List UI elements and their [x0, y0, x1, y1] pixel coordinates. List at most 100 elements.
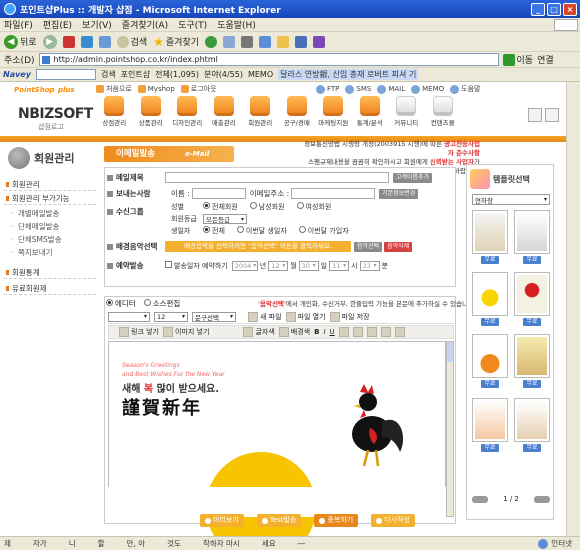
home-icon[interactable]	[98, 35, 111, 48]
sms-link[interactable]: SMS	[345, 84, 371, 94]
navey-category[interactable]: 분야(4/55)	[204, 69, 243, 80]
sidebar-item-group-sms[interactable]: 단체SMS발송	[4, 234, 96, 246]
insert-link-button[interactable]: 링크 넣기	[119, 327, 159, 337]
reserve-minute-select[interactable]: 23	[359, 260, 380, 271]
sidebar-item-member-stats[interactable]: 회원통계	[4, 266, 96, 279]
nav-store[interactable]: 상점관리	[96, 96, 133, 134]
edit-icon[interactable]	[259, 35, 272, 48]
template-thumb-6[interactable]	[514, 334, 550, 378]
preview-button[interactable]: 미리보기	[200, 514, 244, 527]
template-thumb-3[interactable]	[472, 272, 508, 316]
menu-help[interactable]: 도움말(H)	[217, 18, 256, 31]
bg-color-button[interactable]: 배경색	[278, 327, 310, 337]
stop-icon[interactable]	[62, 35, 75, 48]
source-mode-radio[interactable]: 소스편집	[143, 298, 180, 309]
insert-image-button[interactable]: 이미지 넣기	[163, 327, 209, 337]
template-thumb-8[interactable]	[514, 398, 550, 442]
logout-link[interactable]: 로그아웃	[180, 84, 217, 94]
template-thumb-2[interactable]	[514, 210, 550, 254]
sidebar-item-paid-members[interactable]: 유료회원제	[4, 282, 96, 295]
navey-pointshop[interactable]: 포인트샵	[121, 69, 150, 80]
sender-email-input[interactable]	[291, 188, 376, 199]
duplicate-button[interactable]: 중복하기	[314, 514, 359, 527]
messenger-icon[interactable]	[295, 35, 308, 48]
navey-logo[interactable]: Navey	[3, 70, 31, 79]
history-icon[interactable]	[205, 35, 218, 48]
myshop-link[interactable]: Myshop	[137, 84, 175, 94]
navey-memo[interactable]: MEMO	[248, 70, 273, 79]
navey-search-button[interactable]: 검색	[101, 69, 116, 80]
sidebar-item-group-mail[interactable]: 단체메일발송	[4, 221, 96, 233]
nav-contents[interactable]: 컨텐츠몰	[425, 96, 462, 134]
quick-button-1[interactable]	[528, 108, 542, 122]
phrase-select[interactable]: 문구선택	[192, 311, 236, 322]
select-music-button[interactable]: 음악선택	[354, 241, 383, 252]
search-button[interactable]: 검색	[116, 35, 147, 48]
nav-marketing[interactable]: 마케팅지원	[315, 96, 352, 134]
gender-male-radio[interactable]: 남성회원	[249, 202, 285, 212]
sender-name-input[interactable]	[191, 188, 246, 199]
align-center-button[interactable]	[352, 327, 363, 337]
mail-icon[interactable]	[223, 35, 236, 48]
folder-icon[interactable]	[277, 35, 290, 48]
subject-input[interactable]	[165, 172, 389, 183]
go-button[interactable]: 이동	[502, 53, 533, 66]
menu-edit[interactable]: 편집(E)	[43, 18, 72, 31]
template-thumb-4[interactable]	[514, 272, 550, 316]
pointshop-logo[interactable]: PointShop plus	[14, 84, 75, 95]
new-file-button[interactable]: 새 파일	[248, 311, 282, 322]
nav-auction[interactable]: 공구/경매	[279, 96, 316, 134]
close-button[interactable]: ×	[563, 2, 577, 16]
gender-all-radio[interactable]: 전체회원	[203, 202, 238, 212]
sidebar-item-member-extras[interactable]: 회원관리 부가기능	[4, 192, 96, 205]
template-thumb-5[interactable]	[472, 334, 508, 378]
maximize-button[interactable]: □	[547, 2, 561, 16]
template-thumb-1[interactable]	[472, 210, 508, 254]
ftp-link[interactable]: FTP	[316, 84, 339, 94]
nav-sales[interactable]: 매출관리	[206, 96, 243, 134]
forward-button[interactable]: ▶	[42, 34, 57, 49]
editor-scrollbar[interactable]	[446, 341, 454, 517]
menu-tools[interactable]: 도구(T)	[178, 18, 207, 31]
nav-members[interactable]: 회원관리	[242, 96, 279, 134]
prev-page-button[interactable]	[472, 495, 488, 503]
indent-button[interactable]	[394, 327, 405, 337]
help-link[interactable]: 도움말	[450, 84, 480, 94]
gender-female-radio[interactable]: 여성회원	[296, 202, 331, 212]
page-scrollbar[interactable]	[566, 82, 580, 536]
font-family-select[interactable]	[108, 311, 150, 322]
next-page-button[interactable]	[534, 495, 550, 503]
links-label[interactable]: 연결	[537, 53, 554, 66]
template-category-select[interactable]: 연하장	[472, 194, 550, 205]
nbizsoft-logo[interactable]: NBIZSOFT	[18, 106, 93, 122]
test-send-button[interactable]: Test발송	[256, 514, 302, 527]
print-icon[interactable]	[241, 35, 254, 48]
member-level-select[interactable]: 모든등급	[203, 214, 247, 224]
nav-community[interactable]: 커뮤니티	[388, 96, 425, 134]
list-button[interactable]	[380, 327, 391, 337]
align-right-button[interactable]	[366, 327, 377, 337]
rewrite-button[interactable]: 다시작성	[371, 514, 415, 527]
underline-button[interactable]: U	[330, 328, 335, 336]
menu-favorites[interactable]: 즐겨찾기(A)	[122, 18, 168, 31]
navey-news-ticker[interactable]: 달라스 연방銀, 신임 총재 로버트 피셔 기	[278, 69, 419, 80]
reserve-year-select[interactable]: 2004	[231, 260, 258, 271]
reserve-month-select[interactable]: 12	[268, 260, 289, 271]
memo-link[interactable]: MEMO	[411, 84, 444, 94]
save-file-button[interactable]: 파일 저장	[329, 311, 370, 322]
sidebar-item-single-mail[interactable]: 개별메일발송	[4, 208, 96, 220]
font-color-button[interactable]: 글자색	[243, 327, 275, 337]
open-file-button[interactable]: 파일 열기	[285, 311, 326, 322]
back-button[interactable]: ◀ 뒤로	[4, 34, 37, 49]
address-input[interactable]: http://admin.pointshop.co.kr/index.phtml	[38, 53, 499, 66]
editor-mode-radio[interactable]: 에디터	[106, 298, 136, 309]
quick-button-2[interactable]	[545, 108, 559, 122]
minimize-button[interactable]: _	[531, 2, 545, 16]
template-thumb-7[interactable]	[472, 398, 508, 442]
menu-view[interactable]: 보기(V)	[82, 18, 112, 31]
joined-month-radio[interactable]: 이번달 가입자	[298, 226, 349, 236]
add-customer-name-button[interactable]: 고객이름추가	[393, 172, 433, 183]
sidebar-item-members[interactable]: 회원관리	[4, 178, 96, 191]
birthday-month-radio[interactable]: 이번달 생일자	[236, 226, 287, 236]
reserve-hour-select[interactable]: 11	[329, 260, 350, 271]
